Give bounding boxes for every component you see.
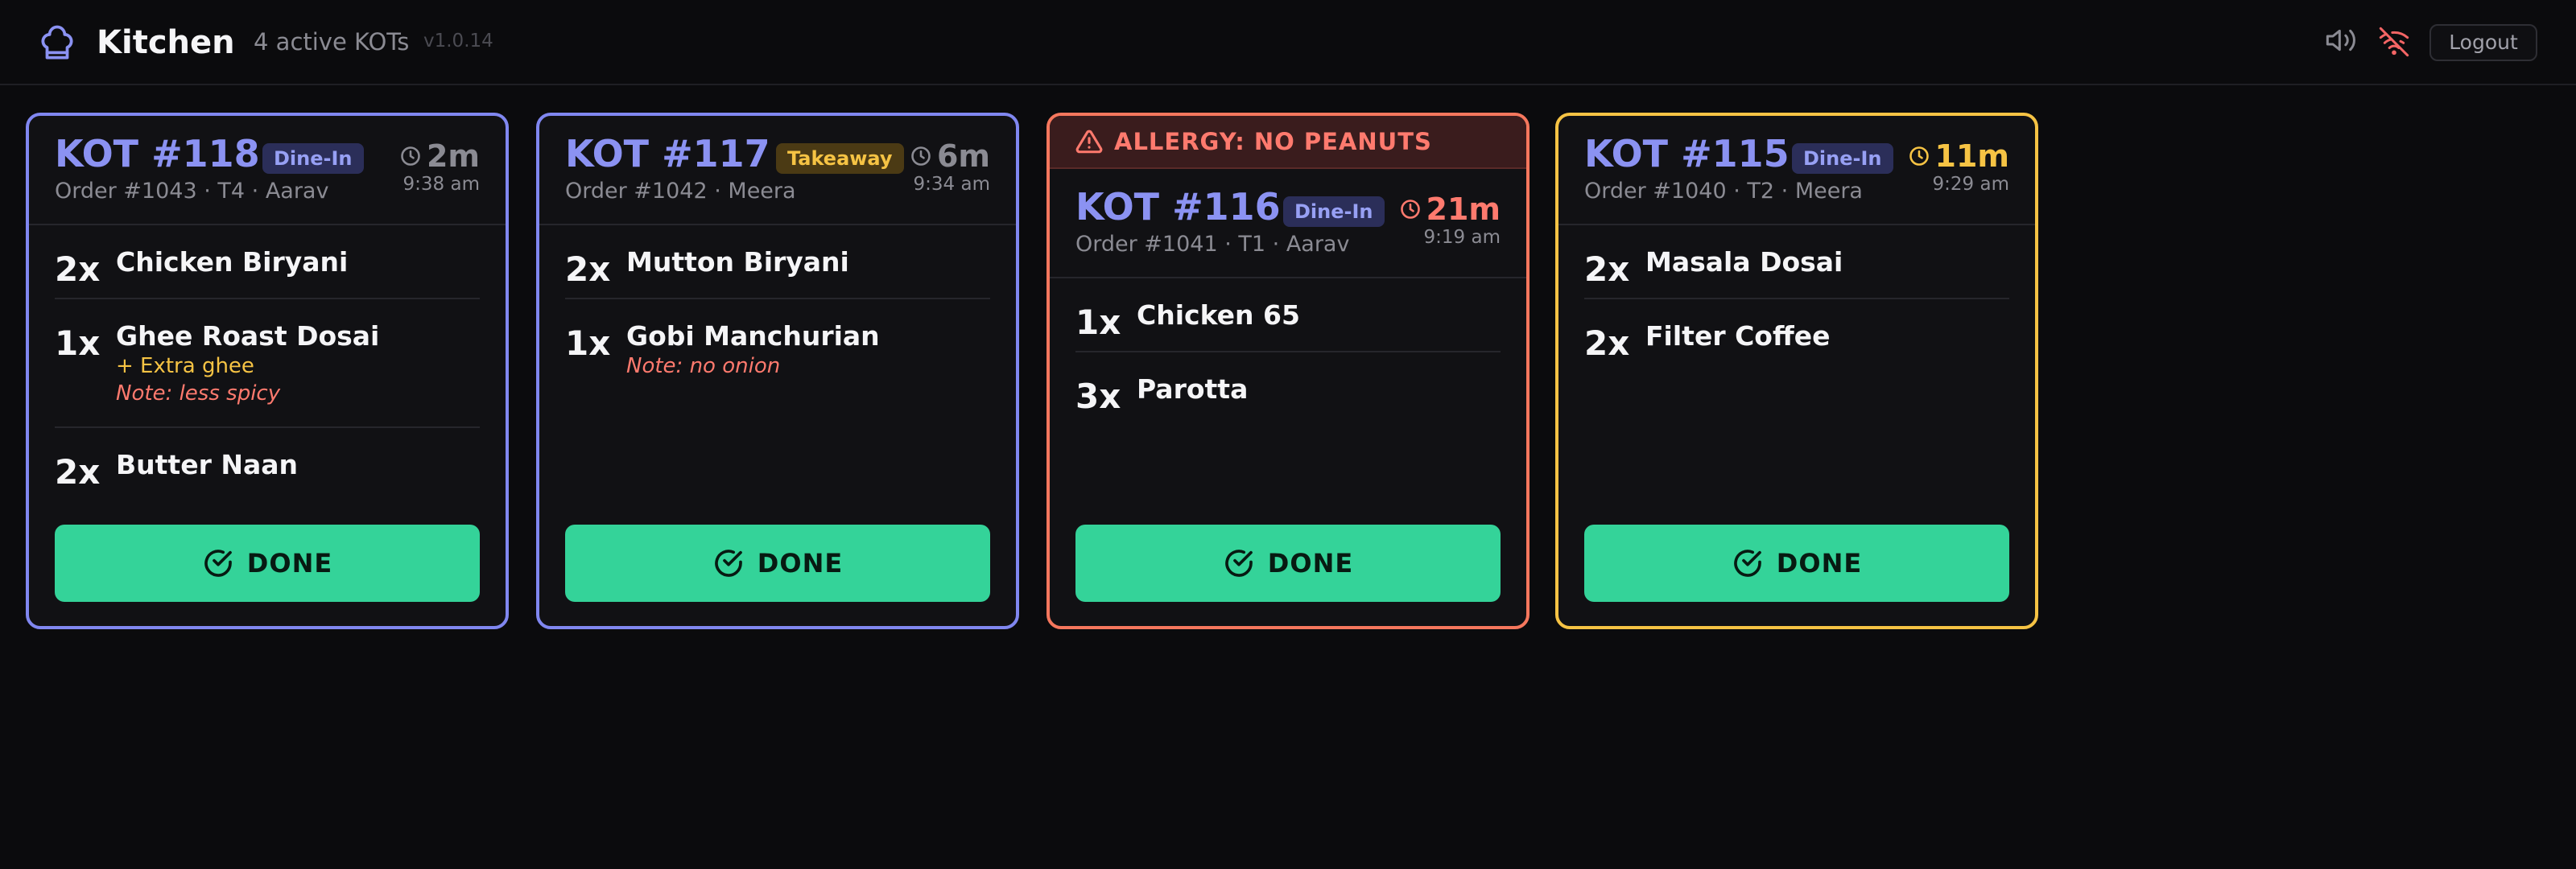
kot-timer: 21m 9:19 am bbox=[1399, 192, 1501, 248]
item-list: 2x Masala Dosai 2x Filter Coffee bbox=[1584, 225, 2009, 372]
kot-card: KOT #117 Takeaway Order #1042 · Meera 6m… bbox=[536, 113, 1019, 629]
logout-button[interactable]: Logout bbox=[2429, 24, 2537, 61]
item-name: Chicken Biryani bbox=[116, 246, 349, 278]
kot-header: KOT #115 Dine-In Order #1040 · T2 · Meer… bbox=[1558, 116, 2035, 225]
order-type-badge: Takeaway bbox=[776, 143, 904, 174]
item-quantity: 1x bbox=[1075, 303, 1121, 342]
kot-card: KOT #118 Dine-In Order #1043 · T4 · Aara… bbox=[26, 113, 509, 629]
order-meta: Order #1041 · T1 · Aarav bbox=[1075, 232, 1350, 257]
item-name: Butter Naan bbox=[116, 449, 298, 480]
order-type-badge: Dine-In bbox=[1792, 143, 1893, 174]
order-type-badge: Dine-In bbox=[262, 143, 364, 174]
item-quantity: 2x bbox=[565, 249, 611, 289]
done-button[interactable]: DONE bbox=[1075, 525, 1501, 602]
item-note: Note: no onion bbox=[626, 354, 781, 378]
item-quantity: 1x bbox=[565, 323, 611, 363]
chef-hat-icon bbox=[37, 24, 77, 64]
done-label: DONE bbox=[1776, 548, 1863, 579]
list-item: 1x Ghee Roast Dosai + Extra ghee Note: l… bbox=[55, 299, 480, 428]
done-button[interactable]: DONE bbox=[565, 525, 990, 602]
allergy-banner: ALLERGY: NO PEANUTS bbox=[1050, 116, 1526, 169]
kot-timer: 2m 9:38 am bbox=[399, 138, 480, 195]
wifi-off-icon[interactable] bbox=[2378, 26, 2410, 58]
speaker-icon[interactable] bbox=[2325, 24, 2357, 56]
elapsed-time: 21m bbox=[1426, 192, 1501, 227]
app-version: v1.0.14 bbox=[423, 31, 493, 51]
item-list: 1x Chicken 65 3x Parotta bbox=[1075, 278, 1501, 425]
list-item: 2x Butter Naan bbox=[55, 428, 480, 500]
item-name: Mutton Biryani bbox=[626, 246, 849, 278]
done-label: DONE bbox=[757, 548, 844, 579]
kot-card: KOT #115 Dine-In Order #1040 · T2 · Meer… bbox=[1555, 113, 2038, 629]
done-button[interactable]: DONE bbox=[55, 525, 480, 602]
order-meta: Order #1043 · T4 · Aarav bbox=[55, 179, 329, 204]
list-item: 3x Parotta bbox=[1075, 352, 1501, 425]
clock-icon bbox=[399, 145, 422, 167]
check-circle-icon bbox=[712, 547, 745, 579]
clock-icon bbox=[910, 145, 932, 167]
item-name: Gobi Manchurian bbox=[626, 320, 880, 352]
elapsed-time: 11m bbox=[1934, 138, 2009, 174]
elapsed-time: 6m bbox=[936, 138, 990, 174]
top-bar: Kitchen 4 active KOTs v1.0.14 Logout bbox=[0, 0, 2576, 85]
active-kot-count: 4 active KOTs bbox=[254, 28, 410, 56]
item-quantity: 2x bbox=[1584, 249, 1630, 289]
item-quantity: 2x bbox=[55, 249, 101, 289]
clock-icon bbox=[1908, 145, 1930, 167]
list-item: 2x Filter Coffee bbox=[1584, 299, 2009, 372]
placed-time: 9:38 am bbox=[402, 174, 480, 195]
item-list: 2x Mutton Biryani 1x Gobi Manchurian Not… bbox=[565, 225, 990, 399]
kot-number: KOT #116 bbox=[1075, 185, 1281, 229]
check-circle-icon bbox=[1223, 547, 1255, 579]
kot-header: KOT #116 Dine-In Order #1041 · T1 · Aara… bbox=[1050, 169, 1526, 278]
done-button[interactable]: DONE bbox=[1584, 525, 2009, 602]
placed-time: 9:29 am bbox=[1932, 174, 2009, 195]
item-name: Ghee Roast Dosai bbox=[116, 320, 380, 352]
order-type-badge: Dine-In bbox=[1283, 196, 1385, 227]
warning-icon bbox=[1075, 128, 1103, 155]
item-quantity: 2x bbox=[1584, 323, 1630, 363]
allergy-text: ALLERGY: NO PEANUTS bbox=[1114, 128, 1432, 155]
item-quantity: 2x bbox=[55, 452, 101, 492]
check-circle-icon bbox=[1732, 547, 1764, 579]
item-quantity: 3x bbox=[1075, 377, 1121, 416]
app-title: Kitchen bbox=[97, 24, 235, 61]
list-item: 1x Chicken 65 bbox=[1075, 278, 1501, 352]
placed-time: 9:34 am bbox=[913, 174, 990, 195]
kot-timer: 11m 9:29 am bbox=[1908, 138, 2009, 195]
kot-timer: 6m 9:34 am bbox=[910, 138, 990, 195]
clock-icon bbox=[1399, 198, 1422, 220]
item-name: Parotta bbox=[1137, 373, 1249, 405]
kot-card: ALLERGY: NO PEANUTS KOT #116 Dine-In Ord… bbox=[1046, 113, 1530, 629]
order-meta: Order #1040 · T2 · Meera bbox=[1584, 179, 1863, 204]
item-name: Masala Dosai bbox=[1645, 246, 1843, 278]
check-circle-icon bbox=[202, 547, 234, 579]
item-addon: + Extra ghee bbox=[116, 354, 254, 378]
kot-number: KOT #115 bbox=[1584, 132, 1790, 175]
kot-number: KOT #117 bbox=[565, 132, 770, 175]
item-quantity: 1x bbox=[55, 323, 101, 363]
kot-header: KOT #118 Dine-In Order #1043 · T4 · Aara… bbox=[29, 116, 506, 225]
kot-number: KOT #118 bbox=[55, 132, 260, 175]
item-name: Chicken 65 bbox=[1137, 299, 1300, 331]
order-meta: Order #1042 · Meera bbox=[565, 179, 796, 204]
list-item: 2x Mutton Biryani bbox=[565, 225, 990, 299]
done-label: DONE bbox=[1267, 548, 1354, 579]
item-note: Note: less spicy bbox=[116, 381, 281, 406]
list-item: 2x Chicken Biryani bbox=[55, 225, 480, 299]
item-name: Filter Coffee bbox=[1645, 320, 1831, 352]
list-item: 2x Masala Dosai bbox=[1584, 225, 2009, 299]
kot-header: KOT #117 Takeaway Order #1042 · Meera 6m… bbox=[539, 116, 1016, 225]
item-list: 2x Chicken Biryani 1x Ghee Roast Dosai +… bbox=[55, 225, 480, 500]
done-label: DONE bbox=[246, 548, 333, 579]
elapsed-time: 2m bbox=[426, 138, 480, 174]
list-item: 1x Gobi Manchurian Note: no onion bbox=[565, 299, 990, 399]
placed-time: 9:19 am bbox=[1423, 227, 1501, 248]
